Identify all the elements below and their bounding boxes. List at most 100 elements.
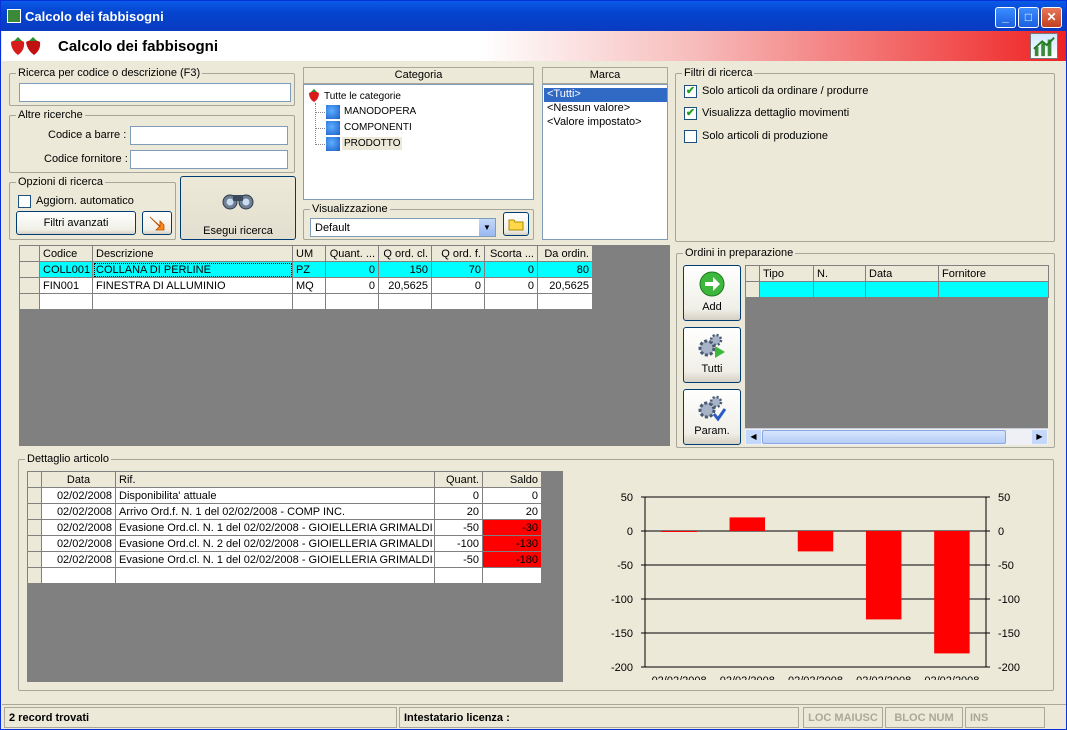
all-orders-button[interactable]: Tutti	[683, 327, 741, 383]
table-cell[interactable]: -30	[482, 519, 542, 536]
table-cell[interactable]: Arrivo Ord.f. N. 1 del 02/02/2008 - COMP…	[115, 503, 435, 520]
minimize-button[interactable]: _	[995, 7, 1016, 28]
scroll-right-icon[interactable]: ▶	[1032, 430, 1047, 444]
barcode-input[interactable]	[130, 126, 288, 145]
detail-table[interactable]: Data Rif. Quant. Saldo 02/02/2008 Dispon…	[27, 471, 542, 584]
brand-item[interactable]: <Nessun valore>	[544, 102, 667, 116]
table-cell[interactable]	[865, 281, 939, 298]
scrollbar-thumb[interactable]	[762, 430, 1006, 444]
title-bar[interactable]: Calcolo dei fabbisogni _ □ ✕	[1, 1, 1066, 31]
table-cell[interactable]: 02/02/2008	[41, 535, 116, 552]
column-header[interactable]: Descrizione	[92, 245, 293, 262]
table-row[interactable]: 02/02/2008 Arrivo Ord.f. N. 1 del 02/02/…	[27, 503, 542, 520]
column-header[interactable]: Rif.	[115, 471, 435, 488]
column-header[interactable]: Fornitore	[938, 265, 1049, 282]
filter-arrow-button[interactable]	[142, 211, 172, 235]
table-cell[interactable]	[378, 293, 432, 310]
table-cell[interactable]: Evasione Ord.cl. N. 1 del 02/02/2008 - G…	[115, 551, 435, 568]
table-cell[interactable]: COLL001	[39, 261, 93, 278]
table-cell[interactable]: FINESTRA DI ALLUMINIO	[92, 277, 293, 294]
brand-list[interactable]: <Tutti> <Nessun valore> <Valore impostat…	[542, 84, 668, 240]
row-selector[interactable]	[27, 503, 42, 520]
table-cell[interactable]	[325, 293, 379, 310]
table-cell[interactable]	[484, 293, 538, 310]
column-header[interactable]: Saldo	[482, 471, 542, 488]
table-cell[interactable]: -50	[434, 551, 483, 568]
orders-table[interactable]: Tipo N. Data Fornitore	[745, 265, 1049, 298]
table-cell[interactable]: 0	[482, 487, 542, 504]
search-input[interactable]	[19, 83, 291, 102]
table-cell[interactable]: 0	[484, 261, 538, 278]
filter-checkbox-movements[interactable]: ✔	[684, 107, 697, 120]
table-cell[interactable]: 02/02/2008	[41, 551, 116, 568]
table-row-empty[interactable]	[19, 293, 593, 310]
table-cell[interactable]: 0	[325, 261, 379, 278]
table-row[interactable]: COLL001 COLLANA DI PERLINE PZ 0 150 70 0…	[19, 261, 593, 278]
auto-update-checkbox[interactable]	[18, 195, 31, 208]
column-header[interactable]: Data	[41, 471, 116, 488]
execute-search-button[interactable]: Esegui ricerca	[180, 176, 296, 240]
table-cell[interactable]	[482, 567, 542, 584]
articles-grid-area[interactable]: Codice Descrizione UM Quant. ... Q ord. …	[19, 245, 670, 446]
row-selector[interactable]	[27, 567, 42, 584]
table-cell[interactable]	[434, 567, 483, 584]
articles-table[interactable]: Codice Descrizione UM Quant. ... Q ord. …	[19, 245, 593, 310]
brand-item[interactable]: <Valore impostato>	[544, 116, 667, 130]
table-row[interactable]: 02/02/2008 Evasione Ord.cl. N. 1 del 02/…	[27, 519, 542, 536]
row-selector[interactable]	[27, 535, 42, 552]
orders-grid-area[interactable]: Tipo N. Data Fornitore ◀ ▶	[745, 265, 1049, 445]
params-button[interactable]: Param.	[683, 389, 741, 445]
table-cell[interactable]	[292, 293, 326, 310]
table-row[interactable]: 02/02/2008 Evasione Ord.cl. N. 2 del 02/…	[27, 535, 542, 552]
row-selector[interactable]	[27, 519, 42, 536]
column-header[interactable]: Q ord. cl.	[378, 245, 432, 262]
table-cell[interactable]: FIN001	[39, 277, 93, 294]
tree-root-label[interactable]: Tutte le categorie	[324, 91, 401, 102]
table-cell[interactable]: Disponibilita' attuale	[115, 487, 435, 504]
row-selector[interactable]	[19, 293, 40, 310]
column-header[interactable]: Codice	[39, 245, 93, 262]
column-header[interactable]: Data	[865, 265, 939, 282]
table-cell[interactable]	[92, 293, 293, 310]
table-cell[interactable]: Evasione Ord.cl. N. 1 del 02/02/2008 - G…	[115, 519, 435, 536]
category-tree[interactable]: Tutte le categorie MANODOPERA COMPONENTI…	[303, 84, 534, 200]
table-cell[interactable]: 20,5625	[537, 277, 593, 294]
display-select[interactable]: Default ▼	[310, 218, 496, 237]
supplier-code-input[interactable]	[130, 150, 288, 169]
detail-grid-area[interactable]: Data Rif. Quant. Saldo 02/02/2008 Dispon…	[27, 471, 563, 682]
brand-item[interactable]: <Tutti>	[544, 88, 667, 102]
table-row-empty[interactable]	[27, 567, 542, 584]
row-selector[interactable]	[27, 551, 42, 568]
table-cell[interactable]: -100	[434, 535, 483, 552]
column-header[interactable]: Da ordin.	[537, 245, 593, 262]
close-button[interactable]: ✕	[1041, 7, 1062, 28]
column-header[interactable]: Scorta ...	[484, 245, 538, 262]
open-folder-button[interactable]	[503, 212, 529, 236]
table-cell[interactable]: 02/02/2008	[41, 487, 116, 504]
table-cell[interactable]: 20	[482, 503, 542, 520]
column-header[interactable]: Q ord. f.	[431, 245, 485, 262]
table-row[interactable]: 02/02/2008 Disponibilita' attuale 0 0	[27, 487, 542, 504]
table-cell[interactable]	[938, 281, 1049, 298]
column-header[interactable]: Tipo	[759, 265, 814, 282]
table-cell[interactable]: 70	[431, 261, 485, 278]
table-cell[interactable]: 150	[378, 261, 432, 278]
row-selector[interactable]	[745, 281, 760, 298]
table-cell[interactable]	[759, 281, 814, 298]
table-cell[interactable]: PZ	[292, 261, 326, 278]
table-cell[interactable]: -180	[482, 551, 542, 568]
table-cell[interactable]	[115, 567, 435, 584]
scroll-left-icon[interactable]: ◀	[746, 430, 761, 444]
chevron-down-icon[interactable]: ▼	[479, 219, 495, 236]
filter-checkbox-to-order[interactable]: ✔	[684, 85, 697, 98]
maximize-button[interactable]: □	[1018, 7, 1039, 28]
advanced-filters-button[interactable]: Filtri avanzati	[16, 211, 136, 235]
table-row[interactable]: FIN001 FINESTRA DI ALLUMINIO MQ 0 20,562…	[19, 277, 593, 294]
column-header[interactable]: Quant.	[434, 471, 483, 488]
add-order-button[interactable]: Add	[683, 265, 741, 321]
filter-checkbox-production[interactable]	[684, 130, 697, 143]
table-cell[interactable]: 20,5625	[378, 277, 432, 294]
table-row[interactable]: 02/02/2008 Evasione Ord.cl. N. 1 del 02/…	[27, 551, 542, 568]
table-cell[interactable]	[39, 293, 93, 310]
table-cell[interactable]: 0	[325, 277, 379, 294]
